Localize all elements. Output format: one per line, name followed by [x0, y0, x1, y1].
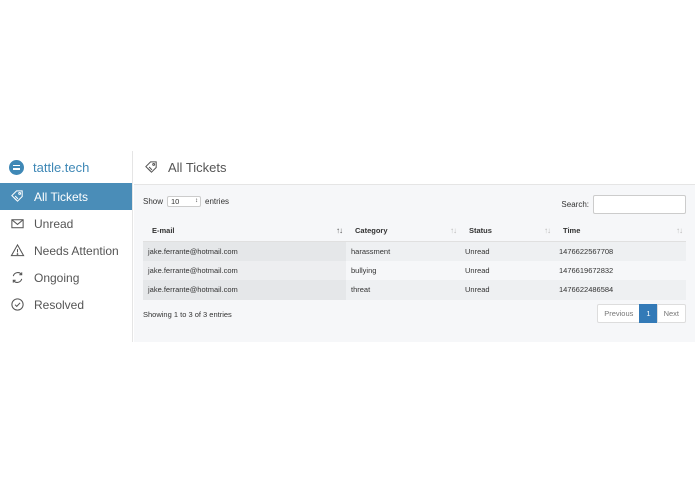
cell-status: Unread	[465, 285, 490, 295]
entries-length-control: Show 10 ↕ entries	[143, 196, 229, 207]
cell-email: jake.ferrante@hotmail.com	[143, 261, 346, 281]
refresh-icon	[9, 270, 25, 286]
search-label: Search:	[561, 200, 589, 209]
entries-select-value: 10	[171, 197, 180, 206]
cell-status: Unread	[465, 265, 490, 275]
envelope-icon	[9, 216, 25, 232]
tag-icon	[9, 189, 25, 205]
search-control: Search:	[561, 195, 686, 214]
cell-email: jake.ferrante@hotmail.com	[143, 280, 346, 300]
sidebar-item-label: Resolved	[34, 297, 85, 312]
sidebar-item-label: All Tickets	[34, 189, 89, 204]
entries-select[interactable]: 10 ↕	[167, 196, 202, 207]
cell-category: threat	[351, 285, 371, 295]
check-circle-icon	[9, 297, 25, 313]
column-header-time[interactable]: Time ↑↓	[554, 221, 686, 242]
pagination: Previous 1 Next	[597, 304, 686, 323]
table-info: Showing 1 to 3 of 3 entries	[143, 310, 232, 319]
cell-category: harassment	[351, 246, 391, 256]
brand-name: tattle.tech	[33, 159, 90, 175]
sort-icon: ↑↓	[336, 226, 343, 235]
tag-icon	[144, 160, 160, 176]
tickets-table: E-mail ↑↓ Category ↑↓ Status ↑↓ Time ↑↓	[143, 221, 686, 300]
cell-time: 1476619672832	[559, 265, 614, 275]
cell-category: bullying	[351, 265, 377, 275]
entries-label: entries	[205, 197, 230, 206]
next-page-button[interactable]: Next	[656, 304, 686, 323]
sidebar-item-all-tickets[interactable]: All Tickets	[0, 183, 132, 210]
page-title: All Tickets	[168, 160, 227, 175]
table-row[interactable]: jake.ferrante@hotmail.com bullying Unrea…	[143, 260, 686, 281]
sidebar-item-ongoing[interactable]: Ongoing	[0, 264, 132, 291]
sidebar-item-unread[interactable]: Unread	[0, 210, 132, 237]
sort-icon: ↑↓	[676, 226, 683, 235]
table-row[interactable]: jake.ferrante@hotmail.com harassment Unr…	[143, 241, 686, 261]
column-header-email[interactable]: E-mail ↑↓	[143, 221, 346, 242]
sidebar-item-label: Unread	[34, 216, 74, 231]
warning-icon	[9, 243, 25, 259]
page-1-button[interactable]: 1	[639, 304, 658, 323]
sort-icon: ↑↓	[450, 226, 457, 235]
tickets-panel: Show 10 ↕ entries Search: E-mail ↑↓ Cate…	[134, 185, 695, 342]
cell-email: jake.ferrante@hotmail.com	[143, 241, 346, 261]
sidebar-item-needs-attention[interactable]: Needs Attention	[0, 237, 132, 264]
sort-icon: ↑↓	[544, 226, 551, 235]
select-arrows-icon: ↕	[195, 198, 199, 204]
sidebar-item-label: Ongoing	[34, 270, 80, 285]
sidebar-item-resolved[interactable]: Resolved	[0, 291, 132, 318]
sidebar-item-label: Needs Attention	[34, 243, 119, 258]
brand[interactable]: tattle.tech	[0, 151, 132, 183]
table-header-row: E-mail ↑↓ Category ↑↓ Status ↑↓ Time ↑↓	[143, 221, 686, 242]
column-header-category[interactable]: Category ↑↓	[346, 221, 460, 242]
cell-time: 1476622486584	[559, 285, 614, 295]
brand-logo-icon	[9, 159, 24, 175]
cell-status: Unread	[465, 246, 490, 256]
search-input[interactable]	[593, 195, 686, 214]
column-header-status[interactable]: Status ↑↓	[460, 221, 554, 242]
sidebar: tattle.tech All Tickets Unread Needs Att…	[0, 151, 133, 342]
previous-page-button[interactable]: Previous	[597, 304, 641, 323]
cell-time: 1476622567708	[559, 246, 614, 256]
show-label: Show	[143, 197, 164, 206]
page-header: All Tickets	[134, 151, 695, 185]
table-row[interactable]: jake.ferrante@hotmail.com threat Unread …	[143, 280, 686, 300]
